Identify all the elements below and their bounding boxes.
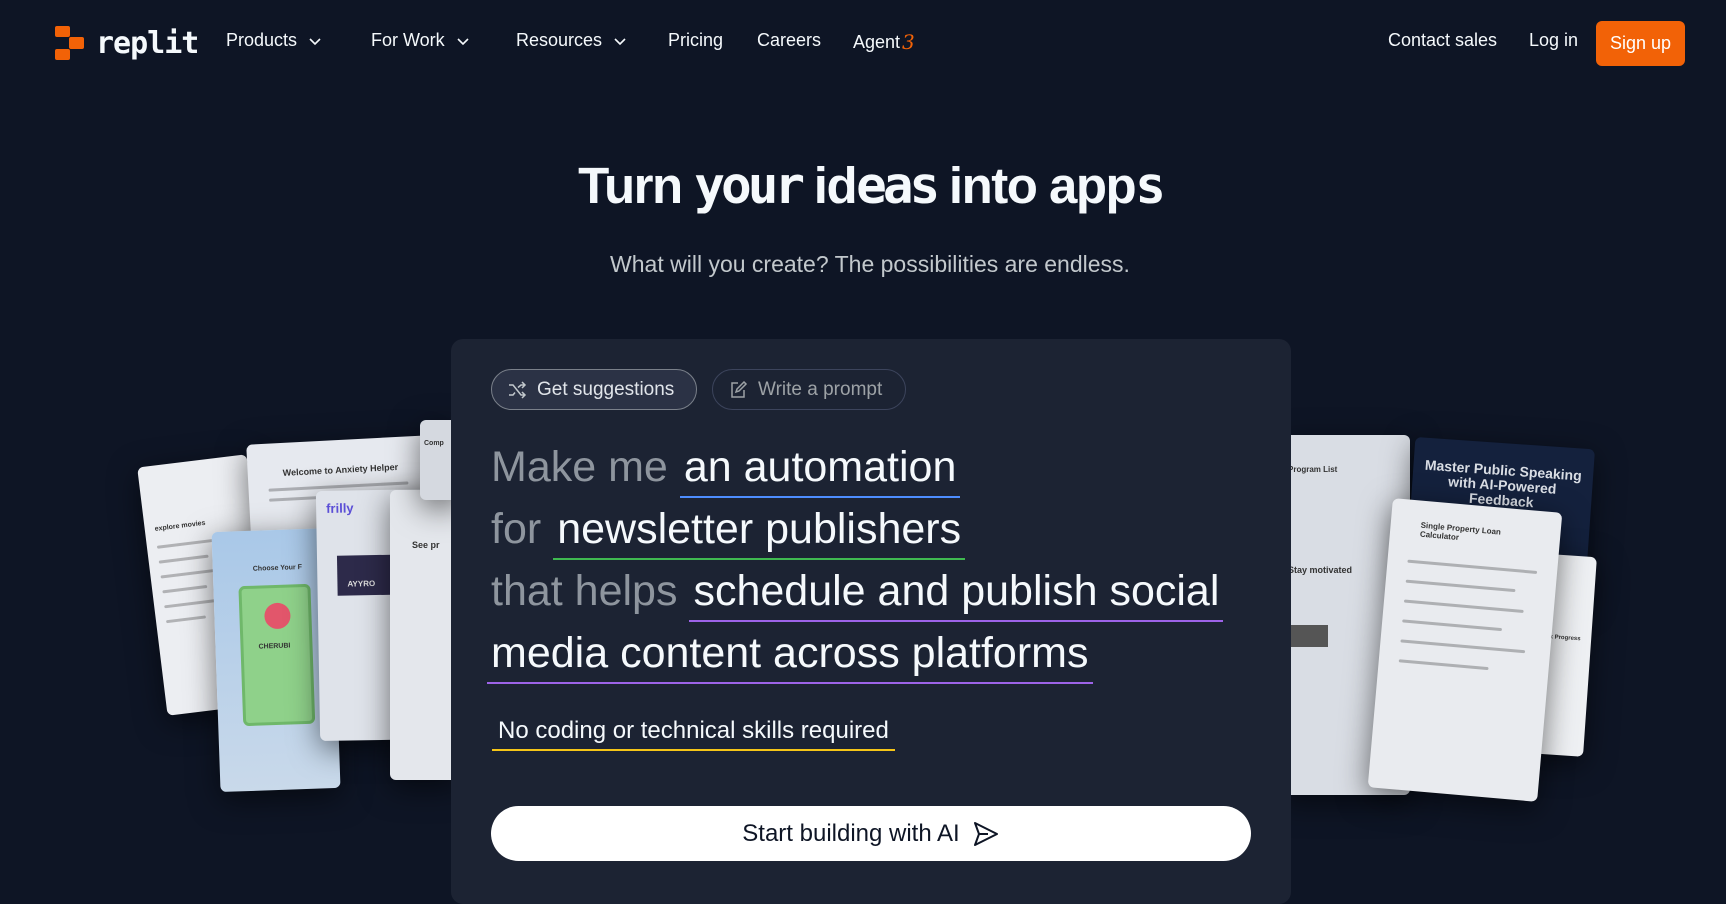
- prompt-line-4: media content across platforms: [487, 629, 1093, 684]
- chevron-down-icon: [457, 37, 469, 45]
- nav-pricing-label: Pricing: [668, 30, 724, 50]
- tab-write-prompt[interactable]: Write a prompt: [712, 369, 906, 410]
- app-screenshot-card: Single Property Loan Calculator: [1367, 498, 1563, 802]
- prompt-prefix: for: [491, 505, 542, 553]
- nav-agent[interactable]: Agent 3: [853, 30, 915, 54]
- cherry-icon: [264, 602, 291, 630]
- hero-title-part: id: [801, 157, 858, 214]
- card-title: Stay motivated: [1288, 565, 1353, 575]
- hero-title: Turn your ideas into apps: [0, 156, 1726, 216]
- contact-sales-link[interactable]: Contact sales: [1388, 30, 1497, 51]
- contact-sales-label: Contact sales: [1388, 30, 1498, 50]
- card-title: AYYRO: [347, 579, 376, 589]
- prompt-line-3: that helps schedule and publish social: [491, 567, 1224, 622]
- start-building-label: Start building with AI: [742, 819, 960, 847]
- showcase-left: explore movies Welcome to Anxiety Helper…: [137, 420, 460, 800]
- start-building-button[interactable]: Start building with AI: [491, 806, 1251, 861]
- prompt-value-what[interactable]: an automation: [679, 443, 961, 498]
- agent-version: 3: [902, 30, 915, 54]
- hero-title-part: s: [1135, 157, 1166, 216]
- prompt-value-goal[interactable]: schedule and publish social: [689, 567, 1224, 622]
- card-title: frilly: [326, 500, 354, 516]
- card-title: Choose Your F: [252, 564, 303, 573]
- movie-poster: AYYRO: [336, 554, 398, 596]
- hero-title-part: your: [694, 157, 805, 216]
- nav-for-work-label: For Work: [371, 30, 445, 50]
- app-screenshot-card: See pr: [390, 490, 460, 780]
- nav-for-work[interactable]: For Work: [371, 30, 471, 51]
- prompt-value-goal-cont[interactable]: media content across platforms: [487, 629, 1093, 684]
- prompt-prefix: that helps: [491, 567, 678, 615]
- hero-subtitle: What will you create? The possibilities …: [610, 251, 1130, 277]
- tab-get-suggestions-label: Get suggestions: [537, 378, 675, 400]
- card-title: Welcome to Anxiety Helper: [282, 461, 399, 478]
- login-link[interactable]: Log in: [1529, 30, 1578, 51]
- nav-careers-label: Careers: [757, 30, 822, 50]
- prompt-panel: Get suggestions Write a prompt Make me a…: [451, 339, 1291, 904]
- brand-name: replit: [96, 25, 199, 61]
- grid-widget: [1288, 625, 1328, 647]
- edit-icon: [731, 380, 748, 398]
- prompt-line-2: for newsletter publishers: [491, 505, 966, 560]
- nav-agent-label: Agent: [853, 31, 901, 52]
- prompt-prefix: Make me: [491, 443, 668, 491]
- hero-title-part: Turn: [578, 157, 695, 214]
- prompt-line-1: Make me an automation: [491, 443, 961, 498]
- replit-logo[interactable]: replit: [55, 25, 199, 61]
- replit-logo-icon: [55, 26, 84, 60]
- nav-careers[interactable]: Careers: [757, 30, 821, 51]
- login-label: Log in: [1529, 30, 1579, 50]
- showcase-right: Program List Stay motivated Master Publi…: [1280, 435, 1600, 805]
- card-title: See pr: [412, 540, 440, 550]
- prompt-value-who[interactable]: newsletter publishers: [553, 505, 966, 560]
- card-title: Single Property Loan Calculator: [1419, 520, 1502, 543]
- nav-pricing[interactable]: Pricing: [668, 30, 723, 51]
- card-title: Comp: [424, 440, 444, 447]
- nav-products[interactable]: Products: [226, 30, 323, 51]
- chevron-down-icon: [614, 37, 626, 45]
- nav-resources[interactable]: Resources: [516, 30, 628, 51]
- signup-button[interactable]: Sign up: [1596, 21, 1685, 66]
- nav-products-label: Products: [226, 30, 298, 50]
- nav-resources-label: Resources: [516, 30, 603, 50]
- no-coding-note: No coding or technical skills required: [492, 717, 895, 751]
- chevron-down-icon: [309, 37, 321, 45]
- hero-title-part: into app: [936, 157, 1137, 214]
- tab-get-suggestions[interactable]: Get suggestions: [491, 369, 697, 410]
- card-title: explore movies: [154, 519, 206, 533]
- character-card: CHERUBI: [238, 583, 316, 727]
- tab-write-prompt-label: Write a prompt: [758, 378, 883, 400]
- landing-page: replit Products For Work Resources Prici…: [0, 0, 1726, 904]
- card-title: Program List: [1288, 465, 1338, 474]
- card-title: CHERUBI: [258, 642, 291, 651]
- top-nav: replit Products For Work Resources Prici…: [0, 0, 1726, 86]
- hero-title-part: eas: [856, 157, 940, 216]
- send-icon: [973, 821, 998, 846]
- shuffle-icon: [509, 380, 527, 399]
